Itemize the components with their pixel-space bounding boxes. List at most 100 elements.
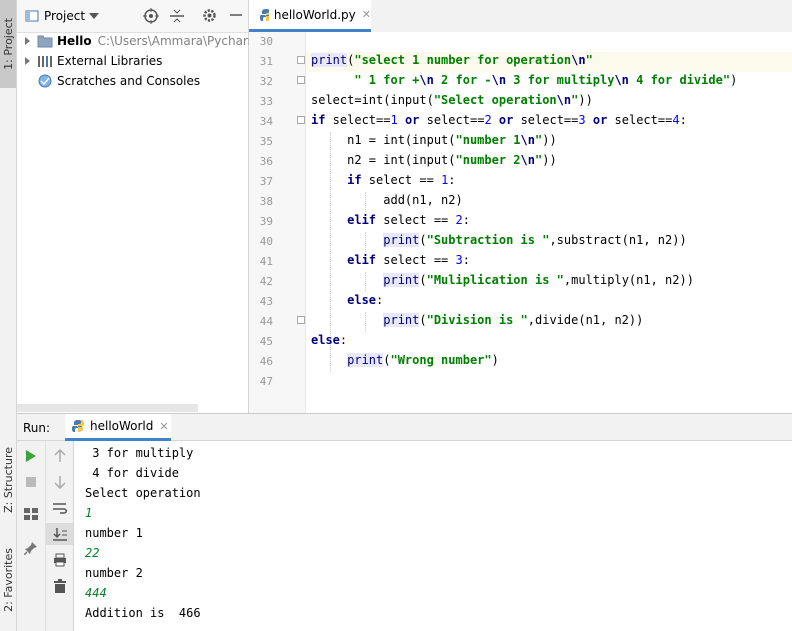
run-label: Run: [23, 421, 51, 435]
code-line-39: elif select == 2: [347, 213, 470, 227]
soft-wrap-icon [52, 503, 67, 514]
code-line-41: elif select == 3: [347, 253, 470, 267]
code-line-38: add(n1, n2) [311, 193, 463, 207]
code-line-44: print("Division is ",divide(n1, n2)) [383, 313, 644, 327]
code-line-45: else: [311, 333, 348, 347]
tree-item-label: Scratches and Consoles [57, 74, 201, 88]
collapse-all-icon[interactable] [170, 8, 184, 24]
pin-icon [23, 542, 37, 555]
line-number: 47 [259, 375, 273, 388]
minimize-icon[interactable] [229, 8, 243, 22]
libraries-icon [38, 56, 52, 67]
console-output-line: Select operation [85, 486, 201, 500]
line-number: 31 [259, 55, 273, 68]
python-file-icon [260, 8, 269, 21]
project-tool-tab[interactable]: 1: Project [0, 0, 16, 88]
line-number: 32 [259, 75, 273, 88]
trash-icon [53, 579, 66, 593]
run-toolbar-secondary [46, 441, 74, 631]
console-output-line: Addition is 466 [85, 606, 201, 620]
clear-all-button[interactable] [46, 575, 73, 597]
folder-icon [37, 35, 53, 48]
chevron-right-icon[interactable] [23, 56, 33, 66]
line-number: 40 [259, 235, 273, 248]
line-number: 30 [259, 35, 273, 48]
line-number: 35 [259, 135, 273, 148]
line-number: 45 [259, 335, 273, 348]
fold-marker-icon[interactable] [297, 76, 305, 84]
run-panel-header: Run: helloWorld ✕ [17, 413, 792, 441]
code-line-37: if select == 1: [347, 173, 456, 187]
code-line-31: print("select 1 number for operation\n" [311, 53, 593, 67]
rerun-button[interactable] [17, 445, 44, 467]
code-line-36: n2 = int(input("number 2\n")) [311, 153, 557, 167]
line-numbers: 30 31 32 33 34 35 36 37 38 39 40 41 42 43 44 45 46 47 [249, 32, 273, 413]
line-number: 43 [259, 295, 273, 308]
line-number: 39 [259, 215, 273, 228]
tree-item-hello-project[interactable]: Hello C:\Users\Ammara\PycharmPr [23, 31, 271, 51]
run-tab-label: helloWorld [90, 419, 154, 433]
print-icon [53, 553, 66, 567]
code-line-35: n1 = int(input("number 1\n")) [311, 133, 557, 147]
chevron-down-icon[interactable] [89, 13, 99, 20]
run-toolbar-primary [17, 441, 46, 631]
locate-file-icon[interactable] [143, 8, 159, 24]
project-tool-tab-label: 1: Project [1, 18, 15, 70]
close-tab-icon[interactable]: ✕ [362, 8, 371, 21]
pin-tab-button[interactable] [17, 537, 44, 559]
run-console-output[interactable]: 3 for multiply 4 for divide Select operat… [74, 441, 792, 631]
fold-marker-icon[interactable] [297, 56, 305, 64]
project-view-label[interactable]: Project [44, 9, 85, 23]
line-number: 38 [259, 195, 273, 208]
code-line-34: if select==1 or select==2 or select==3 o… [311, 113, 687, 127]
fold-marker-icon[interactable] [297, 116, 305, 124]
python-icon [72, 420, 84, 432]
line-number: 41 [259, 255, 273, 268]
scroll-to-end-button[interactable] [46, 523, 73, 545]
layout-icon [23, 508, 38, 520]
tree-item-scratches[interactable]: Scratches and Consoles [37, 71, 200, 91]
console-input-line: 22 [85, 546, 100, 560]
soft-wrap-button[interactable] [46, 497, 73, 519]
line-number: 46 [259, 355, 273, 368]
project-panel-header: Project [17, 0, 248, 33]
play-icon [25, 450, 36, 462]
console-output-line: 3 for multiply [85, 446, 194, 460]
code-line-40: print("Subtraction is ",substract(n1, n2… [383, 233, 687, 247]
code-line-42: print("Muliplication is ",multiply(n1, n… [383, 273, 694, 287]
line-number: 34 [259, 115, 273, 128]
gear-icon[interactable] [202, 8, 217, 23]
line-number: 37 [259, 175, 273, 188]
code-line-32: " 1 for +\n 2 for -\n 3 for multiply\n 4… [311, 73, 738, 87]
arrow-up-icon [53, 449, 66, 462]
print-button[interactable] [46, 549, 73, 571]
console-output-line: number 2 [85, 566, 143, 580]
scroll-down-button[interactable] [46, 471, 73, 493]
tab-helloworld-py[interactable]: helloWorld.py ✕ [249, 0, 371, 32]
run-tab-helloworld[interactable]: helloWorld ✕ [65, 414, 171, 441]
stop-icon [25, 477, 36, 487]
layout-button[interactable] [17, 503, 44, 525]
favorites-tool-tab-label: 2: Favorites [1, 548, 15, 612]
chevron-right-icon[interactable] [23, 36, 33, 46]
console-output-line: number 1 [85, 526, 143, 540]
left-tool-strip: 1: Project Z: Structure 2: Favorites [0, 0, 17, 631]
structure-tool-tab-label: Z: Structure [1, 447, 15, 513]
close-run-tab-icon[interactable]: ✕ [159, 420, 168, 433]
tab-label: helloWorld.py [273, 7, 356, 22]
stop-button[interactable] [17, 471, 44, 493]
fold-marker-icon[interactable] [297, 316, 305, 324]
arrow-down-icon [53, 476, 66, 489]
scroll-up-button[interactable] [46, 445, 73, 467]
console-input-line: 444 [85, 586, 107, 600]
scratches-icon [38, 74, 52, 88]
code-line-43: else: [347, 293, 384, 307]
project-view-icon [25, 10, 39, 22]
favorites-tool-tab[interactable]: 2: Favorites [0, 540, 16, 620]
tree-item-external-libraries[interactable]: External Libraries [23, 51, 162, 71]
project-horizontal-scrollbar[interactable] [17, 404, 198, 412]
code-editor[interactable]: print("select 1 number for operation\n" … [306, 32, 792, 413]
scroll-to-end-icon [52, 528, 67, 541]
tree-item-label: External Libraries [57, 54, 163, 68]
structure-tool-tab[interactable]: Z: Structure [0, 440, 16, 520]
